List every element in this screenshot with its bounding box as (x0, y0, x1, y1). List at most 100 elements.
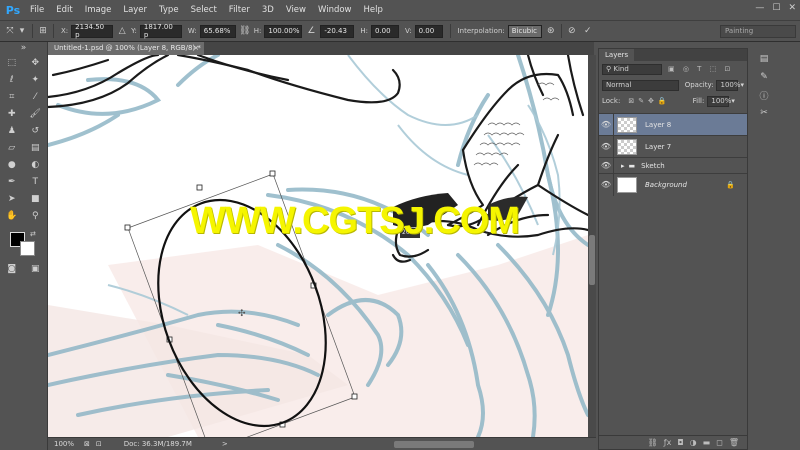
menu-3d[interactable]: 3D (256, 0, 280, 20)
move-icon[interactable]: ✥ (28, 56, 42, 70)
fx-icon[interactable]: ƒx (664, 438, 672, 447)
status-arrow-icon[interactable]: > (222, 440, 228, 448)
blend-mode-select[interactable]: Normal (602, 79, 679, 91)
menu-filter[interactable]: Filter (223, 0, 256, 20)
layer-row-background[interactable]: 👁 Background 🔒 (599, 173, 747, 196)
screen-mode-icon[interactable]: ▣ (28, 262, 42, 276)
link-layers-icon[interactable]: ⛓ (648, 438, 658, 447)
new-group-icon[interactable]: ▬ (703, 438, 711, 447)
minimize-button[interactable]: — (755, 3, 764, 13)
menu-layer[interactable]: Layer (117, 0, 153, 20)
menu-image[interactable]: Image (79, 0, 118, 20)
x-label: X: (61, 27, 69, 35)
eyedropper-icon[interactable]: ⁄ (28, 90, 42, 104)
height-field[interactable]: 100.00% (264, 24, 303, 38)
vertical-skew-field[interactable]: 0.00 (414, 24, 443, 38)
cancel-transform-icon[interactable]: ⊘ (566, 25, 578, 37)
vskew-label: V: (405, 27, 412, 35)
history-brush-icon[interactable]: ↺ (28, 124, 42, 138)
horizontal-scroll-thumb[interactable] (394, 441, 474, 448)
width-field[interactable]: 65.68% (199, 24, 236, 38)
divider (560, 24, 562, 38)
hand-icon[interactable]: ✋ (5, 209, 19, 223)
reference-point-icon[interactable]: ⊞ (37, 25, 49, 37)
layer-row-layer-8[interactable]: 👁 Layer 8 (599, 113, 747, 136)
menu-file[interactable]: File (24, 0, 50, 20)
eye-icon[interactable]: 👁 (599, 142, 613, 151)
menu-window[interactable]: Window (312, 0, 358, 20)
history-panel-icon[interactable]: ▤ (757, 52, 771, 66)
stamp-icon[interactable]: ♟ (5, 124, 19, 138)
eye-icon[interactable]: 👁 (599, 180, 613, 189)
lasso-icon[interactable]: ℓ (5, 73, 19, 87)
info-panel-icon[interactable]: ⓘ (757, 88, 771, 102)
marquee-icon[interactable]: ⬚ (5, 56, 19, 70)
zoom-level[interactable]: 100% (54, 440, 80, 448)
dropdown-arrow-icon[interactable]: ▾ (16, 25, 28, 37)
menu-edit[interactable]: Edit (50, 0, 78, 20)
adjustment-layer-icon[interactable]: ◑ (690, 438, 697, 447)
crop-icon[interactable]: ⌗ (5, 90, 19, 104)
delta-icon[interactable]: △ (116, 25, 128, 37)
brush-icon[interactable]: 🖌 (28, 107, 42, 121)
menu-type[interactable]: Type (153, 0, 185, 20)
close-button[interactable]: ✕ (788, 3, 796, 13)
dodge-icon[interactable]: ◐ (28, 158, 42, 172)
magic-wand-icon[interactable]: ✦ (28, 73, 42, 87)
layer-name[interactable]: Background (645, 181, 687, 189)
rectangle-icon[interactable]: ■ (28, 192, 42, 206)
healing-icon[interactable]: ✚ (5, 107, 19, 121)
clone-source-icon[interactable]: ✂ (757, 106, 771, 120)
workspace-select[interactable]: Painting (720, 25, 796, 38)
swap-colors-icon[interactable]: ⇄ (30, 230, 36, 238)
horizontal-skew-field[interactable]: 0.00 (371, 24, 399, 38)
new-layer-icon[interactable]: ◻ (716, 438, 723, 447)
delete-layer-icon[interactable]: 🗑 (729, 438, 739, 447)
x-field[interactable]: 2134.50 p (71, 23, 114, 39)
menu-view[interactable]: View (280, 0, 312, 20)
fill-dropdown-icon[interactable]: ▾ (731, 97, 735, 105)
fill-field[interactable]: 100% (707, 95, 731, 107)
expand-arrow-icon[interactable]: ▸ (621, 162, 625, 170)
interpolation-select[interactable]: Bicubic (507, 24, 542, 38)
pivot-point-icon[interactable]: ✣ (238, 309, 246, 319)
info-icon[interactable]: ⊠ (84, 440, 90, 448)
brush-panel-icon[interactable]: ✎ (757, 70, 771, 84)
maximize-button[interactable]: ☐ (772, 3, 780, 13)
commit-transform-icon[interactable]: ✓ (582, 25, 594, 37)
eraser-icon[interactable]: ▱ (5, 141, 19, 155)
transform-tool-icon[interactable]: ⤧ (4, 25, 16, 37)
gradient-icon[interactable]: ▤ (28, 141, 42, 155)
eye-icon[interactable]: 👁 (599, 120, 613, 129)
menu-help[interactable]: Help (358, 0, 389, 20)
kind-filter-select[interactable]: ⚲ Kind (602, 63, 662, 75)
vertical-scroll-thumb[interactable] (589, 235, 595, 285)
tab-layers[interactable]: Layers (599, 49, 635, 61)
blur-icon[interactable]: ● (5, 158, 19, 172)
filter-icons[interactable]: ▣ ◎ T ⬚ ⊡ (668, 65, 733, 73)
collapse-icon[interactable]: » (17, 41, 31, 55)
opacity-field[interactable]: 100% (716, 79, 741, 91)
pen-icon[interactable]: ✒ (5, 175, 19, 189)
add-mask-icon[interactable]: ◘ (677, 438, 683, 447)
quick-mask-icon[interactable]: ◙ (5, 262, 19, 276)
path-select-icon[interactable]: ➤ (5, 192, 19, 206)
layer-name[interactable]: Layer 7 (645, 143, 671, 151)
zoom-icon[interactable]: ⚲ (28, 209, 42, 223)
background-color[interactable] (20, 241, 35, 256)
document-tab[interactable]: Untitled-1.psd @ 100% (Layer 8, RGB/8) *… (48, 42, 204, 55)
layer-row-sketch[interactable]: 👁 ▸ ▬ Sketch (599, 157, 747, 174)
layer-name[interactable]: Sketch (641, 162, 665, 170)
opacity-dropdown-icon[interactable]: ▾ (740, 81, 744, 89)
close-document-icon[interactable]: × (193, 42, 199, 55)
layer-row-layer-7[interactable]: 👁 Layer 7 (599, 135, 747, 158)
rotate-field[interactable]: -20.43 (320, 24, 355, 38)
layer-name[interactable]: Layer 8 (645, 121, 671, 129)
menu-select[interactable]: Select (185, 0, 223, 20)
eye-icon[interactable]: 👁 (599, 161, 613, 170)
warp-mode-icon[interactable]: ⊛ (545, 25, 557, 37)
link-icon[interactable]: ⛓ (239, 25, 251, 37)
lock-icons[interactable]: ⊠✎✥🔒 (628, 97, 670, 105)
y-field[interactable]: 1817.00 p (139, 23, 182, 39)
type-icon[interactable]: T (28, 175, 42, 189)
